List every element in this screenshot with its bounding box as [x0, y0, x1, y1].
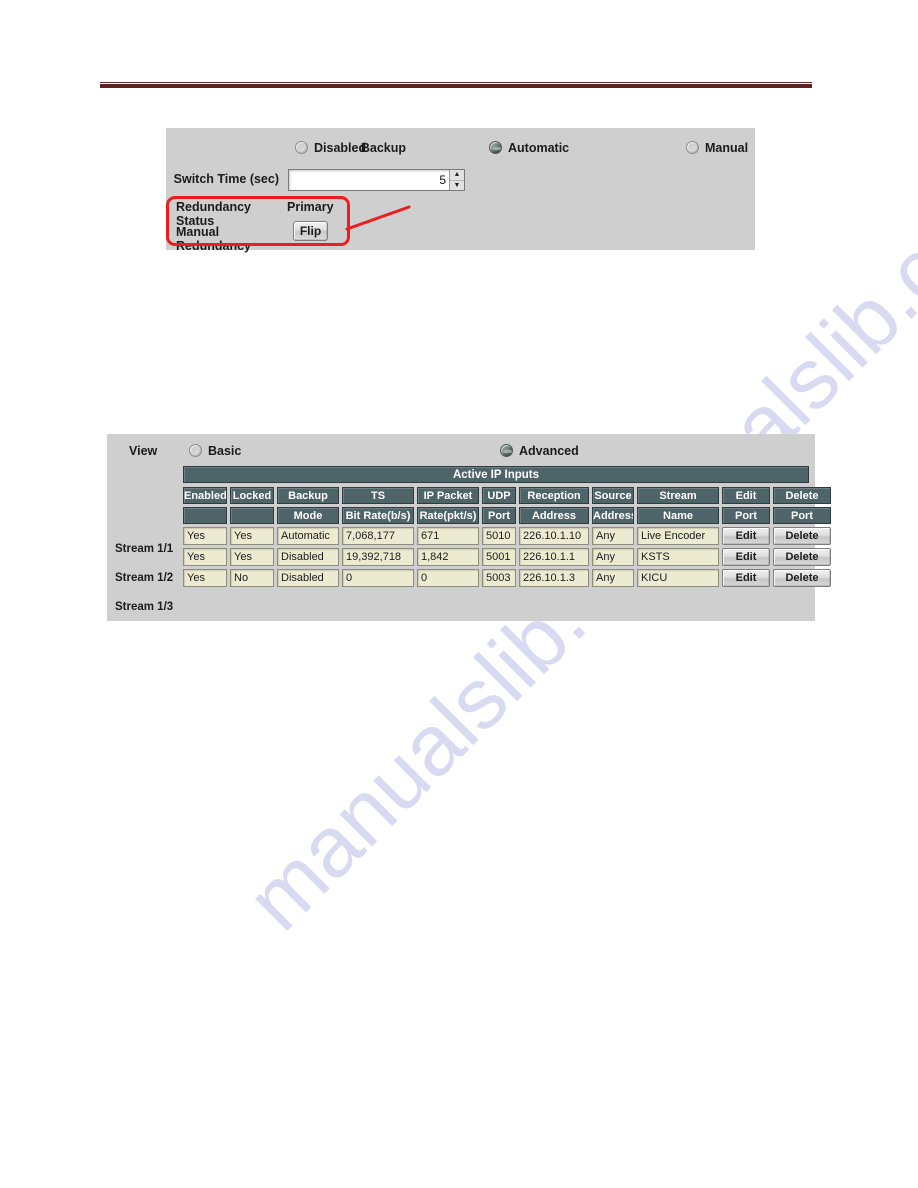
redundancy-status-label: Redundancy Status: [176, 200, 252, 228]
cell-ip-packet-rate[interactable]: 1,842: [417, 548, 479, 566]
cell-ts-bit-rate[interactable]: 0: [342, 569, 414, 587]
header-enabled[interactable]: Enabled: [183, 487, 227, 504]
cell-locked[interactable]: Yes: [230, 548, 274, 566]
cell-ts-bit-rate[interactable]: 19,392,718: [342, 548, 414, 566]
delete-button[interactable]: Delete: [773, 527, 831, 545]
header-reception-address[interactable]: Address: [519, 507, 589, 524]
active-ip-inputs-table: Active IP Inputs Enabled Locked Backup T…: [183, 466, 831, 590]
radio-backup-disabled[interactable]: [295, 141, 308, 154]
delete-button[interactable]: Delete: [773, 548, 831, 566]
header-backup-mode[interactable]: Mode: [277, 507, 339, 524]
backup-radio-row: Backup Disabled Automatic Manual: [166, 138, 755, 160]
cell-source-address[interactable]: Any: [592, 527, 634, 545]
edit-button[interactable]: Edit: [722, 527, 770, 545]
cell-udp-port[interactable]: 5001: [482, 548, 516, 566]
header-enabled-sub: [183, 507, 227, 524]
rule-thick-line: [100, 84, 812, 88]
header-stream-name[interactable]: Name: [637, 507, 719, 524]
radio-backup-disabled-label[interactable]: Disabled: [314, 141, 366, 155]
cell-reception-address[interactable]: 226.10.1.3: [519, 569, 589, 587]
header-source-address[interactable]: Address: [592, 507, 634, 524]
radio-backup-manual-label[interactable]: Manual: [705, 141, 748, 155]
header-backup[interactable]: Backup: [277, 487, 339, 504]
cell-ts-bit-rate[interactable]: 7,068,177: [342, 527, 414, 545]
page-header-rule: [100, 82, 812, 88]
header-ts-bit-rate[interactable]: Bit Rate(b/s): [342, 507, 414, 524]
header-source[interactable]: Source: [592, 487, 634, 504]
table-title: Active IP Inputs: [183, 466, 809, 483]
cell-reception-address[interactable]: 226.10.1.10: [519, 527, 589, 545]
header-reception[interactable]: Reception: [519, 487, 589, 504]
cell-backup-mode[interactable]: Automatic: [277, 527, 339, 545]
stepper-up-icon[interactable]: ▲: [450, 170, 464, 181]
radio-view-basic-label[interactable]: Basic: [208, 444, 241, 458]
switch-time-input[interactable]: [289, 170, 449, 190]
radio-view-advanced[interactable]: [500, 444, 513, 457]
cell-reception-address[interactable]: 226.10.1.1: [519, 548, 589, 566]
cell-ip-packet-rate[interactable]: 0: [417, 569, 479, 587]
backup-label: Backup: [360, 141, 406, 155]
cell-enabled[interactable]: Yes: [183, 569, 227, 587]
ip-inputs-grid: Enabled Locked Backup TS IP Packet UDP R…: [180, 484, 834, 590]
stream-row-label: Stream 1/3: [115, 601, 174, 613]
cell-stream-name[interactable]: Live Encoder: [637, 527, 719, 545]
table-row: Yes Yes Automatic 7,068,177 671 5010 226…: [183, 527, 831, 545]
header-locked[interactable]: Locked: [230, 487, 274, 504]
header-udp[interactable]: UDP: [482, 487, 516, 504]
cell-source-address[interactable]: Any: [592, 548, 634, 566]
cell-enabled[interactable]: Yes: [183, 527, 227, 545]
header-ip-packet-rate[interactable]: Rate(pkt/s): [417, 507, 479, 524]
cell-stream-name[interactable]: KSTS: [637, 548, 719, 566]
radio-view-basic[interactable]: [189, 444, 202, 457]
edit-button[interactable]: Edit: [722, 569, 770, 587]
table-row: Yes No Disabled 0 0 5003 226.10.1.3 Any …: [183, 569, 831, 587]
header-delete-port[interactable]: Port: [773, 507, 831, 524]
header-delete[interactable]: Delete: [773, 487, 831, 504]
cell-ip-packet-rate[interactable]: 671: [417, 527, 479, 545]
cell-stream-name[interactable]: KICU: [637, 569, 719, 587]
redundancy-status-value: Primary: [287, 200, 334, 214]
view-label: View: [129, 444, 158, 458]
header-locked-sub: [230, 507, 274, 524]
switch-time-field[interactable]: ▲ ▼: [288, 169, 465, 191]
cell-locked[interactable]: Yes: [230, 527, 274, 545]
radio-backup-manual[interactable]: [686, 141, 699, 154]
flip-button[interactable]: Flip: [293, 221, 328, 241]
switch-time-label: Switch Time (sec): [173, 172, 279, 186]
header-ts[interactable]: TS: [342, 487, 414, 504]
manual-redundancy-label: Manual Redundancy: [176, 225, 252, 253]
cell-backup-mode[interactable]: Disabled: [277, 569, 339, 587]
header-ip-packet[interactable]: IP Packet: [417, 487, 479, 504]
cell-udp-port[interactable]: 5003: [482, 569, 516, 587]
header-edit[interactable]: Edit: [722, 487, 770, 504]
cell-source-address[interactable]: Any: [592, 569, 634, 587]
header-udp-port[interactable]: Port: [482, 507, 516, 524]
view-radio-row: View Basic Advanced: [107, 441, 815, 463]
radio-backup-automatic-label[interactable]: Automatic: [508, 141, 569, 155]
stream-row-label: Stream 1/2: [115, 572, 174, 584]
stream-row-label: Stream 1/1: [115, 543, 174, 555]
cell-locked[interactable]: No: [230, 569, 274, 587]
active-ip-inputs-panel: View Basic Advanced Stream 1/1 Stream 1/…: [107, 434, 831, 621]
redundancy-panel: Backup Disabled Automatic Manual Switch …: [166, 128, 755, 253]
stepper-down-icon[interactable]: ▼: [450, 181, 464, 191]
delete-button[interactable]: Delete: [773, 569, 831, 587]
cell-backup-mode[interactable]: Disabled: [277, 548, 339, 566]
radio-backup-automatic[interactable]: [489, 141, 502, 154]
table-row: Yes Yes Disabled 19,392,718 1,842 5001 2…: [183, 548, 831, 566]
radio-view-advanced-label[interactable]: Advanced: [519, 444, 579, 458]
switch-time-stepper[interactable]: ▲ ▼: [449, 170, 464, 190]
cell-enabled[interactable]: Yes: [183, 548, 227, 566]
edit-button[interactable]: Edit: [722, 548, 770, 566]
cell-udp-port[interactable]: 5010: [482, 527, 516, 545]
table-header-row-bottom: Mode Bit Rate(b/s) Rate(pkt/s) Port Addr…: [183, 507, 831, 524]
rule-thin-line: [100, 82, 812, 83]
header-edit-port[interactable]: Port: [722, 507, 770, 524]
table-header-row-top: Enabled Locked Backup TS IP Packet UDP R…: [183, 487, 831, 504]
header-stream[interactable]: Stream: [637, 487, 719, 504]
